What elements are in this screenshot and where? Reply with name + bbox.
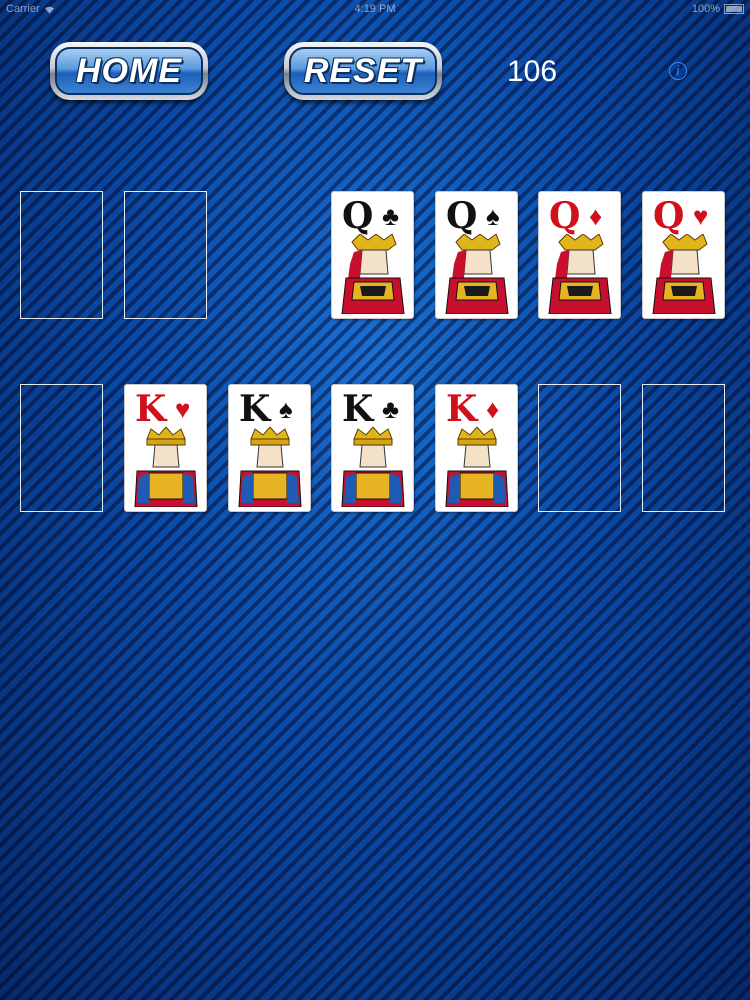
- club-icon: ♣: [382, 394, 400, 424]
- king-figure-icon: [134, 427, 198, 507]
- empty-slot[interactable]: [20, 384, 103, 512]
- home-button-label: HOME: [55, 47, 203, 95]
- empty-slot[interactable]: [20, 191, 103, 319]
- spade-icon: ♠: [486, 201, 500, 231]
- reset-button[interactable]: RESET: [284, 42, 442, 100]
- card-rank: Q: [446, 195, 478, 237]
- battery-percent: 100%: [691, 3, 720, 15]
- card-rank: K: [446, 388, 478, 430]
- queen-figure-icon: [445, 234, 509, 314]
- status-bar: Carrier 4:19 PM 100%: [0, 0, 750, 20]
- reset-button-label: RESET: [289, 47, 437, 95]
- card-queen-of-spades[interactable]: Q ♠: [435, 191, 518, 319]
- card-queen-of-diamonds[interactable]: Q ♦: [538, 191, 621, 319]
- king-figure-icon: [341, 427, 405, 507]
- diamond-icon: ♦: [486, 394, 500, 424]
- diamond-icon: ♦: [589, 201, 603, 231]
- card-rank: Q: [653, 195, 685, 237]
- status-right: 100%: [692, 3, 744, 15]
- card-rank: K: [239, 388, 271, 430]
- card-king-of-clubs[interactable]: K ♣: [331, 384, 414, 512]
- info-icon[interactable]: i: [669, 62, 687, 80]
- card-queen-of-clubs[interactable]: Q ♣: [331, 191, 414, 319]
- card-king-of-spades[interactable]: K ♠: [228, 384, 311, 512]
- queen-figure-icon: [548, 234, 612, 314]
- spade-icon: ♠: [279, 394, 293, 424]
- card-queen-of-hearts[interactable]: Q ♥: [642, 191, 725, 319]
- king-figure-icon: [445, 427, 509, 507]
- status-time: 4:19 PM: [354, 3, 396, 15]
- king-figure-icon: [238, 427, 302, 507]
- heart-icon: ♥: [175, 394, 191, 424]
- queen-figure-icon: [341, 234, 405, 314]
- empty-slot[interactable]: [642, 384, 725, 512]
- card-king-of-diamonds[interactable]: K ♦: [435, 384, 518, 512]
- score-counter: 106: [507, 55, 558, 88]
- home-button[interactable]: HOME: [50, 42, 208, 100]
- battery-icon: [724, 4, 744, 14]
- card-king-of-hearts[interactable]: K ♥: [124, 384, 207, 512]
- empty-slot[interactable]: [124, 191, 207, 319]
- club-icon: ♣: [382, 201, 400, 231]
- heart-icon: ♥: [693, 201, 709, 231]
- card-rank: K: [135, 388, 167, 430]
- card-rank: K: [342, 388, 374, 430]
- card-rank: Q: [342, 195, 374, 237]
- queen-figure-icon: [652, 234, 716, 314]
- empty-slot[interactable]: [538, 384, 621, 512]
- card-rank: Q: [549, 195, 581, 237]
